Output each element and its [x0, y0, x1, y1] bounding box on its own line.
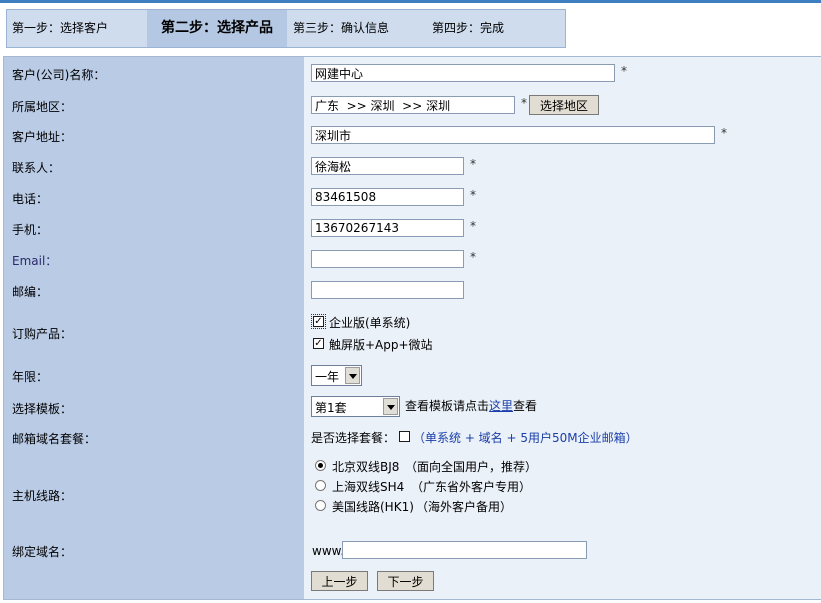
line-hk1-radio[interactable] [315, 500, 326, 511]
required-mark: * [470, 219, 476, 233]
required-mark: * [470, 250, 476, 264]
chevron-down-icon[interactable] [345, 367, 360, 384]
mail-package-desc: （单系统 + 域名 + 5用户50M企业邮箱） [413, 431, 638, 445]
contact-label: 联系人： [12, 161, 61, 175]
company-label: 客户(公司)名称： [12, 68, 106, 82]
line-bj8-note: （面向全国用户，推荐） [405, 460, 538, 474]
template-value: 第1套 [315, 401, 347, 415]
term-value: 一年 [315, 370, 340, 384]
required-mark: * [621, 64, 627, 78]
select-region-button[interactable]: 选择地区 [529, 95, 599, 115]
host-line-label: 主机线路： [12, 489, 73, 503]
mail-package-question: 是否选择套餐： [311, 431, 396, 445]
step-1: 第一步：选择客户 [12, 21, 109, 35]
top-accent-bar [0, 0, 821, 3]
template-label: 选择模板： [12, 402, 73, 416]
step-indicator: 第一步：选择客户 第二步：选择产品 第三步：确认信息 第四步：完成 [6, 9, 566, 48]
phone-input[interactable] [311, 188, 464, 206]
region-input[interactable] [311, 96, 515, 114]
required-mark: * [470, 157, 476, 171]
email-label: Email： [12, 254, 58, 268]
line-sh4-radio[interactable] [315, 480, 326, 491]
line-sh4-note: （广东省外客户专用） [411, 480, 532, 494]
phone-label: 电话： [12, 192, 49, 206]
term-select[interactable]: 一年 [311, 365, 362, 386]
template-view-link[interactable]: 这里 [489, 399, 513, 413]
line-bj8-name: 北京双线BJ8 [332, 460, 400, 474]
domain-input[interactable] [342, 541, 587, 559]
address-input[interactable] [311, 126, 715, 144]
product-label: 订购产品： [12, 327, 73, 341]
term-label: 年限： [12, 370, 49, 384]
line-hk1-name: 美国线路(HK1) [332, 500, 414, 514]
product-mobile-label: 触屏版+App+微站 [329, 338, 433, 352]
line-bj8-radio[interactable] [315, 460, 326, 471]
company-input[interactable] [311, 64, 615, 82]
contact-input[interactable] [311, 157, 464, 175]
mail-package-checkbox[interactable] [399, 431, 410, 442]
product-mobile-checkbox[interactable]: ✓ [313, 338, 324, 349]
required-mark: * [521, 96, 527, 110]
template-hint-suffix: 查看 [513, 399, 538, 413]
mobile-label: 手机： [12, 223, 49, 237]
template-hint: 查看模板请点击这里查看 [405, 397, 537, 414]
mobile-input[interactable] [311, 219, 464, 237]
chevron-down-icon[interactable] [383, 398, 398, 415]
required-mark: * [721, 126, 727, 140]
next-step-button[interactable]: 下一步 [377, 571, 434, 591]
line-sh4-name: 上海双线SH4 [332, 480, 405, 494]
postcode-input[interactable] [311, 281, 464, 299]
step-4: 第四步：完成 [432, 21, 505, 35]
product-enterprise-label: 企业版(单系统) [329, 316, 411, 330]
address-label: 客户地址： [12, 130, 73, 144]
mail-package-label: 邮箱域名套餐： [12, 432, 97, 446]
postcode-label: 邮编： [12, 285, 49, 299]
template-select[interactable]: 第1套 [311, 396, 400, 417]
domain-label: 绑定域名： [12, 545, 73, 559]
step-3: 第三步：确认信息 [293, 21, 390, 35]
line-hk1-note: （海外客户备用） [416, 500, 513, 514]
order-form: 客户(公司)名称： * 所属地区： * 选择地区 客户地址： * 联系人： * … [3, 56, 821, 600]
email-input[interactable] [311, 250, 464, 268]
prev-step-button[interactable]: 上一步 [311, 571, 368, 591]
required-mark: * [470, 188, 476, 202]
template-hint-prefix: 查看模板请点击 [405, 399, 490, 413]
product-enterprise-checkbox[interactable]: ✓ [313, 316, 324, 327]
domain-prefix: www. [312, 544, 345, 558]
region-label: 所属地区： [12, 100, 73, 114]
step-2-current: 第二步：选择产品 [147, 10, 287, 47]
